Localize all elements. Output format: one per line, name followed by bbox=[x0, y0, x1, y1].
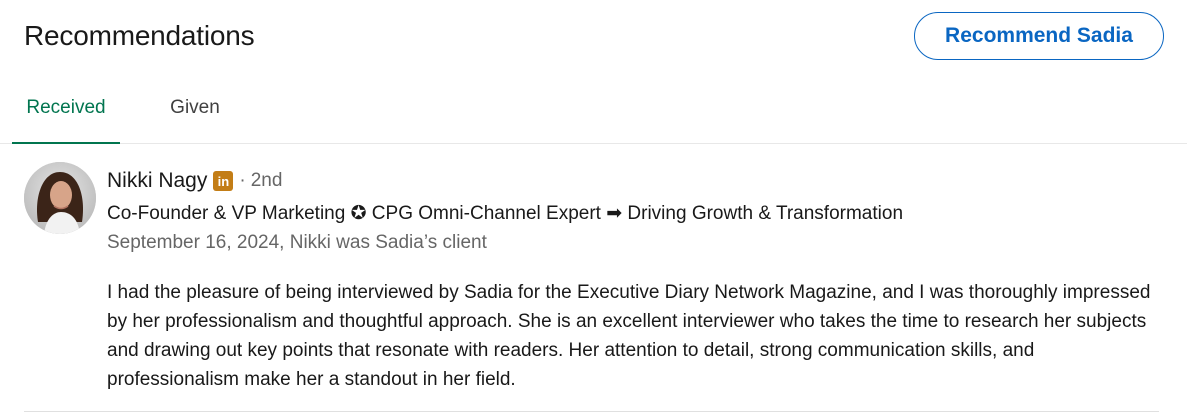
recommendation-tabs: Received Given bbox=[0, 72, 1187, 144]
recommend-button[interactable]: Recommend Sadia bbox=[914, 12, 1164, 60]
recommender-name-row: Nikki Nagy in · 2nd bbox=[107, 169, 282, 193]
avatar[interactable] bbox=[24, 162, 96, 234]
separator: · bbox=[239, 170, 246, 191]
recommender-headline: Co-Founder & VP Marketing ✪ CPG Omni-Cha… bbox=[107, 203, 904, 224]
connection-degree: 2nd bbox=[250, 170, 283, 191]
recommender-name[interactable]: Nikki Nagy bbox=[107, 169, 207, 193]
avatar-image bbox=[24, 162, 96, 234]
recommendation-meta: September 16, 2024, Nikki was Sadia’s cl… bbox=[107, 232, 487, 253]
divider bbox=[24, 411, 1159, 412]
tab-given[interactable]: Given bbox=[140, 72, 250, 144]
recommendation-text: I had the pleasure of being interviewed … bbox=[107, 282, 1151, 390]
recommendations-header: Recommendations Recommend Sadia bbox=[0, 0, 1187, 72]
recommendation-item: Nikki Nagy in · 2nd Co-Founder & VP Mark… bbox=[0, 144, 1187, 420]
tab-received[interactable]: Received bbox=[12, 72, 120, 144]
section-title: Recommendations bbox=[24, 20, 255, 51]
linkedin-premium-icon: in bbox=[213, 171, 234, 191]
